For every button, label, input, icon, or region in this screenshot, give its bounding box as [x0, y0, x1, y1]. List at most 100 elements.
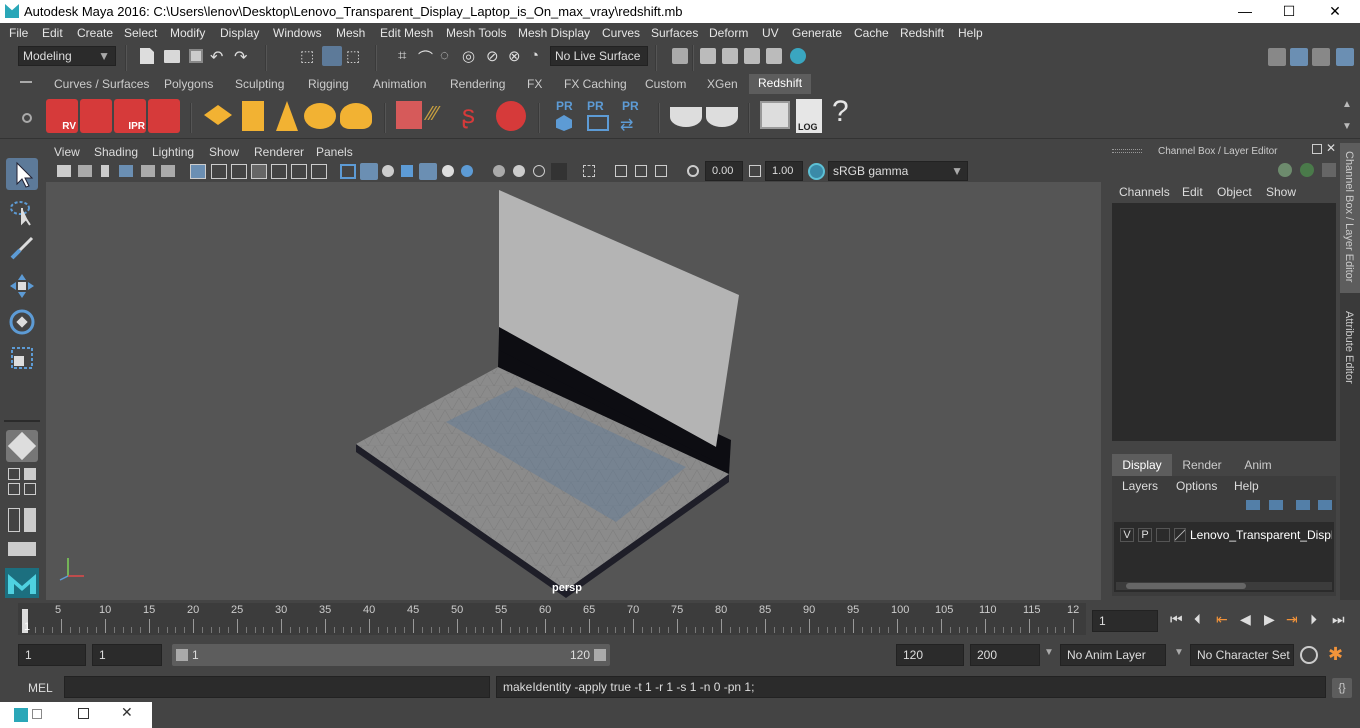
rs-rect-light-icon[interactable]	[204, 105, 232, 125]
minimized-window[interactable]: ✕	[0, 702, 152, 728]
layout-shelf-icon[interactable]	[8, 542, 36, 556]
select-object-icon[interactable]	[322, 46, 342, 66]
playback-end-field[interactable]: 120	[896, 644, 964, 666]
default-material-icon[interactable]	[401, 165, 413, 177]
select-tool-icon[interactable]	[6, 158, 38, 190]
play-backwards-icon[interactable]: ◀	[1240, 611, 1251, 628]
snap-grid-icon[interactable]: ⌗	[398, 47, 406, 64]
exposure-icon[interactable]	[687, 165, 699, 177]
select-component-icon[interactable]: ⬚	[346, 47, 360, 65]
tab-fx-caching[interactable]: FX Caching	[564, 77, 627, 91]
snap-magnet-icon[interactable]: ◔	[530, 47, 539, 64]
panel-menu-view[interactable]: View	[54, 145, 80, 159]
selected-channels-icon[interactable]	[1300, 163, 1314, 177]
menu-create[interactable]: Create	[77, 26, 113, 40]
undo-icon[interactable]: ↶	[210, 47, 223, 67]
layer-visibility-toggle[interactable]: V	[1120, 528, 1134, 542]
persp-graph-layout-icon[interactable]	[24, 468, 36, 480]
use-all-lights-icon[interactable]	[442, 165, 454, 177]
tab-curves-surfaces[interactable]: Curves / Surfaces	[54, 77, 149, 91]
menu-uv[interactable]: UV	[762, 26, 779, 40]
shadows-icon[interactable]	[461, 165, 473, 177]
tab-xgen[interactable]: XGen	[707, 77, 738, 91]
tab-fx[interactable]: FX	[527, 77, 542, 91]
textured-icon[interactable]	[419, 163, 437, 180]
transform-channels-icon[interactable]	[1278, 163, 1292, 177]
menu-edit-mesh[interactable]: Edit Mesh	[380, 26, 433, 40]
maximize-icon[interactable]	[78, 708, 89, 719]
layer-color-icon[interactable]	[1174, 528, 1186, 542]
menu-file[interactable]: File	[9, 26, 28, 40]
panel-menu-show[interactable]: Show	[209, 145, 239, 159]
viewport-persp[interactable]: persp	[46, 182, 1101, 600]
tab-rendering[interactable]: Rendering	[450, 77, 505, 91]
panel-menu-panels[interactable]: Panels	[316, 145, 353, 159]
help-menu[interactable]: Help	[1234, 479, 1259, 493]
film-gate-icon[interactable]	[211, 164, 227, 179]
isolate-select-icon[interactable]	[583, 165, 595, 177]
tab-custom[interactable]: Custom	[645, 77, 686, 91]
menu-display[interactable]: Display	[220, 26, 259, 40]
command-input[interactable]	[64, 676, 490, 698]
play-forwards-icon[interactable]: ▶	[1264, 611, 1275, 628]
menu-deform[interactable]: Deform	[709, 26, 748, 40]
safe-title-icon[interactable]	[311, 164, 327, 179]
live-surface-field[interactable]: No Live Surface	[550, 46, 648, 66]
maximize-button[interactable]: ☐	[1266, 0, 1312, 23]
gate-mask-icon[interactable]	[251, 164, 267, 179]
rs-visibility-icon[interactable]	[587, 115, 609, 131]
snap-point-icon[interactable]: ◌	[440, 47, 449, 64]
open-scene-icon[interactable]	[164, 50, 180, 63]
rs-proxy-icon[interactable]	[396, 101, 422, 129]
layout-icon[interactable]	[1290, 48, 1308, 66]
camera-select-icon[interactable]	[57, 165, 71, 177]
tab-animation[interactable]: Animation	[373, 77, 426, 91]
panel-menu-renderer[interactable]: Renderer	[254, 145, 304, 159]
character-set-dropdown[interactable]: No Character Set	[1190, 644, 1294, 666]
side-tab-attribute-editor[interactable]: Attribute Editor	[1340, 303, 1360, 399]
step-back-frame-icon[interactable]: ⏴	[1194, 611, 1201, 628]
color-management-icon[interactable]	[808, 163, 825, 180]
rs-area-light-icon[interactable]	[242, 101, 264, 131]
time-slider[interactable]: 5 10 15 20 25 30 35 40 45 50 55 60 65 70 75 80 85 90 95 100…	[18, 603, 1086, 635]
shelf-scroll-up-icon[interactable]: ▲	[1342, 99, 1352, 110]
menu-windows[interactable]: Windows	[273, 26, 322, 40]
snap-surface-icon[interactable]: ⊘	[486, 47, 499, 65]
grease-pencil-icon[interactable]	[161, 165, 175, 177]
step-forward-key-icon[interactable]: ⇥	[1286, 611, 1298, 628]
rs-sun-sky-icon[interactable]	[340, 103, 372, 129]
tab-polygons[interactable]: Polygons	[164, 77, 213, 91]
snap-live-icon[interactable]: ⊗	[508, 47, 521, 65]
rs-material-ball-icon[interactable]	[496, 101, 526, 131]
show-menu[interactable]: Show	[1266, 185, 1296, 199]
ipr-render-icon[interactable]	[722, 48, 738, 64]
rs-bake-icon[interactable]	[670, 107, 702, 127]
mode-dropdown[interactable]: Modeling ▼	[18, 46, 116, 66]
go-to-start-icon[interactable]: ⏮	[1170, 611, 1183, 628]
rs-spot-light-icon[interactable]	[276, 101, 298, 131]
panel-menu-shading[interactable]: Shading	[94, 145, 138, 159]
outliner-toggle-icon[interactable]	[8, 508, 20, 532]
gamma-icon[interactable]	[749, 165, 761, 177]
menu-mesh-display[interactable]: Mesh Display	[518, 26, 590, 40]
shelf-settings-icon[interactable]	[22, 113, 32, 123]
rs-hair-icon[interactable]: ⁄⁄⁄	[428, 103, 458, 129]
xray-joints-icon[interactable]	[635, 165, 647, 177]
color-space-dropdown[interactable]: sRGB gamma ▼	[828, 161, 968, 181]
channels-menu[interactable]: Channels	[1119, 185, 1170, 199]
menu-edit[interactable]: Edit	[42, 26, 63, 40]
scale-tool-icon[interactable]	[6, 342, 38, 374]
rs-matte-icon[interactable]: ⇄	[620, 115, 633, 135]
redo-icon[interactable]: ↷	[234, 47, 247, 67]
select-hierarchy-icon[interactable]: ⬚	[300, 47, 316, 65]
menu-select[interactable]: Select	[124, 26, 157, 40]
chevron-down-icon[interactable]: ▼	[1044, 647, 1054, 658]
maya-home-icon[interactable]	[5, 568, 39, 598]
new-layer-selected-icon[interactable]	[1318, 500, 1332, 510]
single-layout-icon[interactable]	[6, 430, 38, 462]
new-scene-icon[interactable]	[140, 48, 154, 64]
rs-ipr-icon[interactable]: IPR	[114, 99, 146, 133]
script-editor-icon[interactable]: {}	[1332, 678, 1352, 698]
motion-blur-icon[interactable]	[513, 165, 525, 177]
lasso-tool-icon[interactable]	[6, 196, 38, 228]
